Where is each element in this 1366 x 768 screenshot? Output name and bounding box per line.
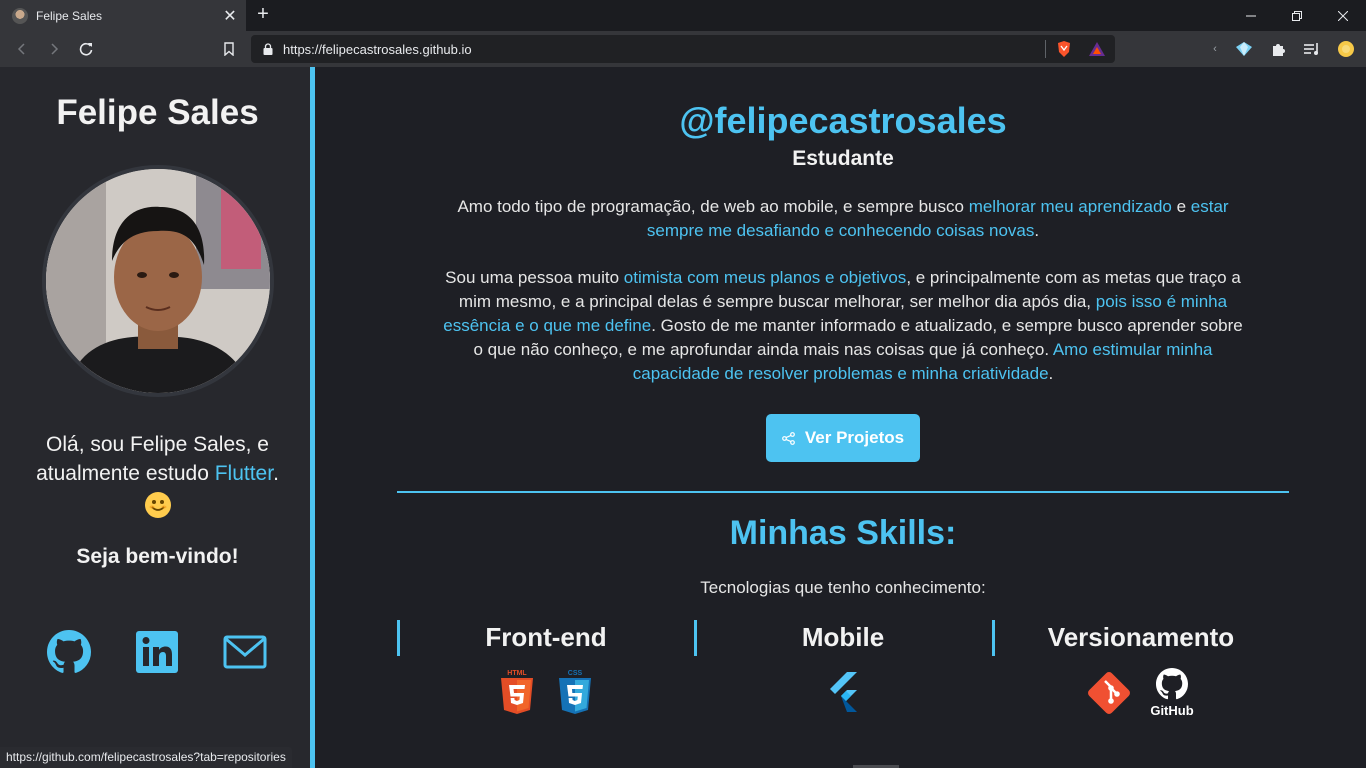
close-icon xyxy=(1338,10,1348,21)
social-links xyxy=(47,630,267,674)
github-wordmark: GitHub xyxy=(1150,703,1193,718)
extensions-puzzle-icon[interactable] xyxy=(1268,39,1288,59)
skills-subtitle: Tecnologias que tenho conhecimento: xyxy=(700,578,986,597)
close-window-button[interactable] xyxy=(1320,0,1366,31)
address-bar[interactable]: https://felipecastrosales.github.io xyxy=(251,35,1115,63)
git-icon xyxy=(1088,672,1130,714)
skill-frontend: Front-end HTML CSS xyxy=(397,620,695,720)
skill-mobile: Mobile xyxy=(694,620,992,720)
profile-handle: @felipecastrosales xyxy=(679,100,1007,141)
browser-tab[interactable]: Felipe Sales ✕ xyxy=(0,0,246,31)
extensions-area: ‹ xyxy=(1210,39,1356,59)
url-text: https://felipecastrosales.github.io xyxy=(283,41,472,57)
css3-label: CSS xyxy=(568,670,583,677)
flutter-icon xyxy=(830,672,857,712)
about-text: . xyxy=(1048,364,1054,383)
reload-icon xyxy=(79,42,93,56)
minimize-icon xyxy=(1246,15,1256,16)
omnibox-divider xyxy=(1045,40,1046,58)
about-highlight: melhorar meu aprendizado xyxy=(968,197,1172,216)
link-status-bar: https://github.com/felipecastrosales?tab… xyxy=(0,747,292,768)
about-text: Sou uma pessoa muito xyxy=(445,268,624,287)
skill-title: Front-end xyxy=(485,622,607,652)
restore-button[interactable] xyxy=(1274,0,1320,31)
skill-icons xyxy=(694,668,992,714)
skill-title: Mobile xyxy=(801,622,885,652)
skill-title: Versionamento xyxy=(1047,622,1235,652)
skills-title: Minhas Skills: xyxy=(729,514,957,552)
about-text: e xyxy=(1171,197,1191,216)
intro-period: . xyxy=(273,462,279,485)
brave-rewards-icon[interactable] xyxy=(1088,41,1106,57)
media-queue-icon[interactable] xyxy=(1302,39,1322,59)
close-tab-icon[interactable]: ✕ xyxy=(222,6,238,26)
github-icon xyxy=(47,630,91,673)
about-text: . xyxy=(1034,221,1040,240)
smiling-face-icon xyxy=(144,491,171,518)
github-link[interactable] xyxy=(47,630,91,674)
profile-photo xyxy=(42,165,274,397)
mail-icon xyxy=(223,635,267,669)
view-projects-button[interactable]: Ver Projetos xyxy=(766,414,920,462)
new-tab-button[interactable]: + xyxy=(252,4,274,26)
caret-left-icon[interactable]: ‹ xyxy=(1210,39,1220,59)
profile-role: Estudante xyxy=(792,147,894,170)
css3-icon: CSS xyxy=(559,670,591,714)
minimize-button[interactable] xyxy=(1228,0,1274,31)
reload-button[interactable] xyxy=(75,38,97,60)
window-controls xyxy=(1228,0,1366,31)
linkedin-icon xyxy=(136,631,178,673)
web-page: Felipe Sales Olá, sou Felipe Sales, e at… xyxy=(0,67,1366,768)
forward-button[interactable] xyxy=(43,38,65,60)
github-logo-icon: GitHub xyxy=(1150,668,1194,718)
about-paragraph-2: Sou uma pessoa muito otimista com meus p… xyxy=(440,266,1246,386)
brave-shields-icon[interactable] xyxy=(1056,40,1072,58)
browser-tab-bar: Felipe Sales ✕ + xyxy=(0,0,1366,31)
skill-icons: GitHub xyxy=(992,668,1290,718)
about-paragraph-1: Amo todo tipo de programação, de web ao … xyxy=(440,195,1246,243)
forward-arrow-icon xyxy=(51,43,59,55)
linkedin-link[interactable] xyxy=(135,630,179,674)
sidebar-name: Felipe Sales xyxy=(56,93,259,132)
lock-icon xyxy=(263,43,273,55)
restore-icon xyxy=(1292,10,1302,21)
view-projects-label: Ver Projetos xyxy=(804,428,905,447)
welcome-text: Seja bem-vindo! xyxy=(76,545,239,568)
browser-toolbar: https://felipecastrosales.github.io ‹ xyxy=(0,31,1366,67)
favicon-icon xyxy=(12,7,28,24)
tab-title: Felipe Sales xyxy=(36,8,103,23)
section-divider xyxy=(397,491,1289,493)
profile-sidebar: Felipe Sales Olá, sou Felipe Sales, e at… xyxy=(0,67,315,768)
html5-icon: HTML xyxy=(501,670,533,714)
about-text: Amo todo tipo de programação, de web ao … xyxy=(457,197,969,216)
profile-avatar-icon[interactable] xyxy=(1336,39,1356,59)
back-button[interactable] xyxy=(11,38,33,60)
bookmark-icon xyxy=(224,42,234,56)
share-icon xyxy=(781,431,795,445)
email-link[interactable] xyxy=(223,630,267,674)
about-highlight: otimista com meus planos e objetivos xyxy=(623,268,907,287)
flutter-link[interactable]: Flutter xyxy=(215,462,273,485)
bookmark-button[interactable] xyxy=(218,38,240,60)
skill-versioning: Versionamento GitHub xyxy=(992,620,1290,720)
skill-icons: HTML CSS xyxy=(397,668,695,716)
sidebar-intro: Olá, sou Felipe Sales, e atualmente estu… xyxy=(20,430,295,518)
html5-label: HTML xyxy=(507,670,527,677)
wallet-extension-icon[interactable] xyxy=(1234,39,1254,59)
back-arrow-icon xyxy=(17,43,25,55)
